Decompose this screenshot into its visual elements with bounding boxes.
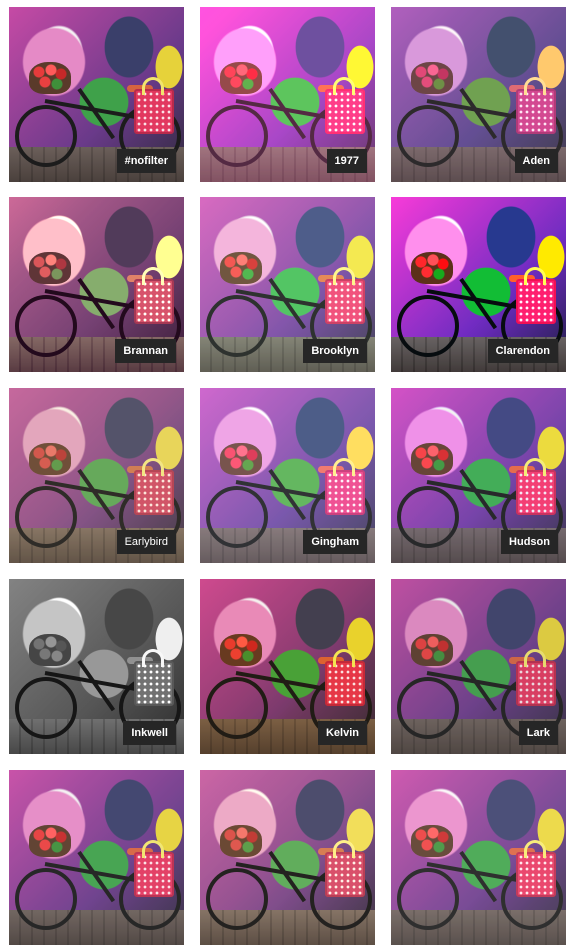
filter-preview-image (200, 770, 375, 945)
filter-preview-image (9, 770, 184, 945)
filter-label: 1977 (326, 149, 367, 173)
filter-label: Earlybird (116, 530, 176, 554)
filter-label: #nofilter (116, 149, 176, 173)
filter-tile[interactable] (391, 770, 566, 945)
filter-tile[interactable]: Kelvin (200, 579, 375, 754)
filter-label: Gingham (303, 530, 367, 554)
filter-tile[interactable] (200, 770, 375, 945)
filter-tile[interactable]: Brannan (9, 197, 184, 372)
filter-preview-image (391, 770, 566, 945)
filter-tile[interactable]: Hudson (391, 388, 566, 563)
filter-label: Lark (518, 721, 558, 745)
filter-tile[interactable]: Gingham (200, 388, 375, 563)
filter-label: Kelvin (317, 721, 367, 745)
filter-label: Hudson (501, 530, 558, 554)
filter-label: Brooklyn (303, 339, 367, 363)
filter-tile[interactable]: Lark (391, 579, 566, 754)
filter-tile[interactable]: 1977 (200, 7, 375, 182)
filter-tile[interactable]: #nofilter (9, 7, 184, 182)
filter-label: Aden (514, 149, 558, 173)
filter-label: Inkwell (123, 721, 176, 745)
filter-tile[interactable]: Inkwell (9, 579, 184, 754)
filter-tile[interactable]: Brooklyn (200, 197, 375, 372)
filter-label: Clarendon (487, 339, 558, 363)
filter-tile[interactable]: Earlybird (9, 388, 184, 563)
filter-tile[interactable]: Clarendon (391, 197, 566, 372)
filter-tile[interactable]: Aden (391, 7, 566, 182)
filter-tile[interactable] (9, 770, 184, 945)
filter-label: Brannan (115, 339, 176, 363)
filter-grid: #nofilter 1977 Aden Brannan Brooklyn Clarendo… (0, 0, 579, 945)
